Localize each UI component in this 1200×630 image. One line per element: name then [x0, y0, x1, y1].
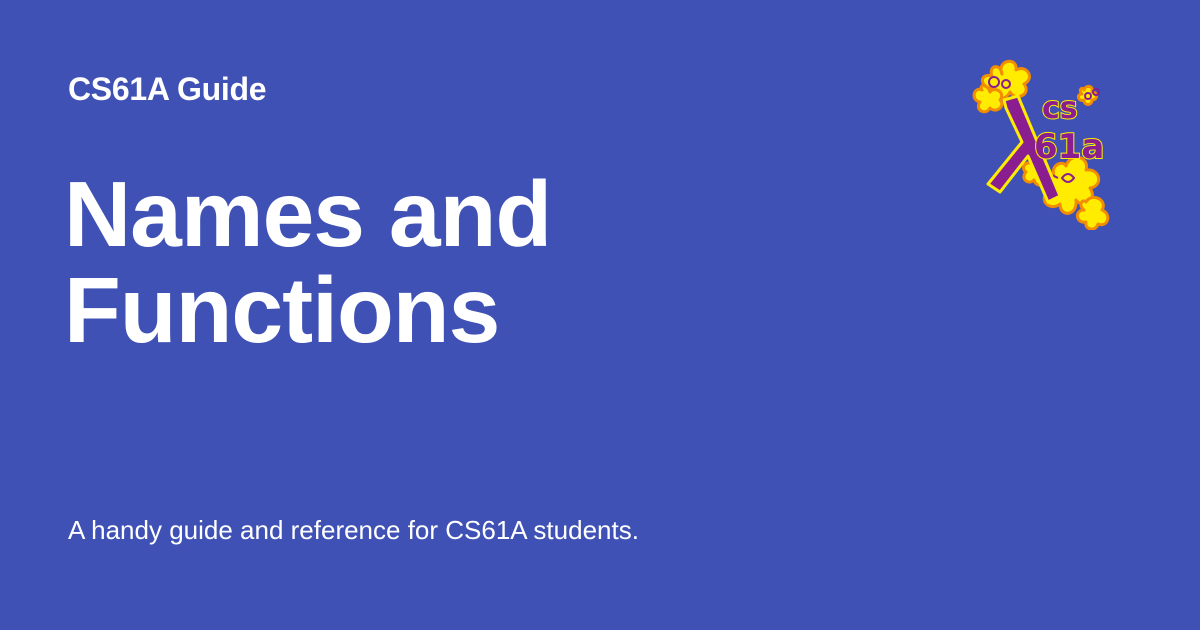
page-title-line-2: Functions — [64, 258, 500, 362]
page-title-line-1: Names and — [64, 162, 552, 266]
svg-text:61a: 61a — [1034, 127, 1104, 167]
svg-text:cs: cs — [1042, 91, 1078, 126]
guide-label: CS61A Guide — [68, 71, 267, 107]
cs61a-lambda-logo-icon: cs 61a — [972, 59, 1110, 230]
page-subtitle: A handy guide and reference for CS61A st… — [68, 515, 639, 545]
page-title: Names and Functions — [64, 166, 884, 358]
social-card: CS61A Guide Names and Functions A handy … — [0, 0, 1200, 630]
